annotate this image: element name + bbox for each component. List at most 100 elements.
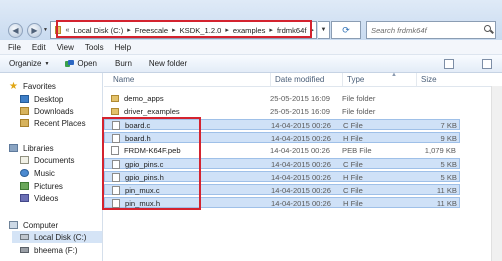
- nav-libraries[interactable]: Libraries: [9, 142, 109, 154]
- search-icon[interactable]: [484, 25, 491, 32]
- file-type: H File: [343, 173, 363, 182]
- back-button[interactable]: ◀: [8, 23, 23, 38]
- menu-view[interactable]: View: [57, 43, 74, 52]
- menu-tools[interactable]: Tools: [85, 43, 104, 52]
- address-highlight-box: [56, 20, 312, 38]
- menu-file[interactable]: File: [8, 43, 21, 52]
- column-type-label: Type: [347, 75, 365, 84]
- nav-desktop-label: Desktop: [34, 94, 64, 104]
- column-name-label: Name: [113, 75, 135, 84]
- forward-button[interactable]: ▶: [27, 23, 42, 38]
- navigation-pane: ★ Favorites Desktop Downloads Recent Pla…: [0, 73, 103, 261]
- music-icon: [20, 169, 29, 177]
- file-type: C File: [343, 160, 363, 169]
- file-date: 14-04-2015 00:26: [271, 173, 331, 182]
- file-size: 9 KB: [440, 134, 457, 143]
- file-type: H File: [343, 134, 363, 143]
- column-size-label: Size: [421, 75, 437, 84]
- column-size[interactable]: Size: [416, 73, 476, 86]
- search-box[interactable]: [366, 21, 496, 39]
- organize-label: Organize: [9, 59, 42, 68]
- view-options-icon[interactable]: [444, 58, 454, 69]
- file-size: [389, 93, 456, 104]
- organize-button[interactable]: Organize ▼: [9, 59, 49, 68]
- usb-drive-icon: [20, 247, 29, 253]
- libraries-icon: [9, 144, 18, 152]
- computer-icon: [9, 221, 18, 229]
- nav-libraries-label: Libraries: [23, 143, 54, 153]
- column-date-modified[interactable]: Date modified: [270, 73, 342, 86]
- videos-icon: [20, 194, 29, 202]
- column-date-label: Date modified: [275, 75, 325, 84]
- folder-icon: [111, 108, 119, 115]
- vertical-scrollbar[interactable]: [491, 86, 502, 261]
- nav-local-disk-label: Local Disk (C:): [34, 232, 87, 242]
- open-icon: [65, 59, 75, 68]
- nav-favorites[interactable]: ★ Favorites: [9, 80, 109, 92]
- files-highlight-box: [102, 117, 201, 210]
- file-size: 5 KB: [440, 173, 457, 182]
- command-bar: Organize ▼ Open Burn New folder: [0, 55, 502, 73]
- file-date: 14-04-2015 00:26: [271, 121, 331, 130]
- file-name: demo_apps: [124, 94, 164, 103]
- file-type: File folder: [342, 94, 376, 103]
- file-type: File folder: [342, 107, 376, 116]
- menu-bar: File Edit View Tools Help: [0, 40, 502, 55]
- file-date: 14-04-2015 00:26: [271, 186, 331, 195]
- drive-icon: [20, 234, 29, 240]
- open-label: Open: [77, 59, 97, 68]
- search-input[interactable]: [371, 23, 479, 37]
- nav-local-disk[interactable]: Local Disk (C:): [12, 231, 102, 243]
- pictures-icon: [20, 182, 29, 190]
- file-date: 14-04-2015 00:26: [271, 134, 331, 143]
- menu-edit[interactable]: Edit: [32, 43, 46, 52]
- file-row[interactable]: demo_apps 25-05-2015 16:09 File folder: [104, 93, 460, 104]
- file-date: 14-04-2015 00:26: [271, 160, 331, 169]
- nav-downloads-label: Downloads: [34, 106, 74, 116]
- nav-favorites-label: Favorites: [23, 81, 56, 91]
- burn-label: Burn: [115, 59, 132, 68]
- star-icon: ★: [9, 81, 18, 92]
- file-date: 14-04-2015 00:26: [270, 146, 330, 155]
- nav-computer-label: Computer: [23, 220, 59, 230]
- recent-pages-dropdown[interactable]: ▼: [43, 27, 48, 33]
- file-size: 5 KB: [440, 160, 457, 169]
- address-dropdown-icon[interactable]: ▼: [318, 21, 330, 39]
- file-row[interactable]: driver_examples 25-05-2015 16:09 File fo…: [104, 106, 460, 117]
- menu-help[interactable]: Help: [115, 43, 131, 52]
- file-type: H File: [343, 199, 363, 208]
- column-type[interactable]: Type: [342, 73, 416, 86]
- burn-button[interactable]: Burn: [115, 59, 132, 68]
- recent-places-icon: [20, 119, 29, 127]
- file-date: 14-04-2015 00:26: [271, 199, 331, 208]
- refresh-button[interactable]: ⟳: [331, 21, 361, 39]
- nav-music-label: Music: [34, 168, 55, 178]
- nav-bheema-label: bheema (F:): [34, 245, 78, 255]
- file-date: 25-05-2015 16:09: [270, 107, 330, 116]
- open-button[interactable]: Open: [65, 59, 97, 68]
- nav-recent-label: Recent Places: [34, 118, 86, 128]
- file-type: C File: [343, 121, 363, 130]
- file-type: PEB File: [342, 146, 372, 155]
- new-folder-button[interactable]: New folder: [149, 59, 187, 68]
- preview-pane-icon[interactable]: [482, 58, 492, 69]
- nav-computer[interactable]: Computer: [9, 219, 109, 231]
- file-size: 11 KB: [436, 199, 457, 208]
- nav-videos-label: Videos: [34, 193, 59, 203]
- nav-pictures-label: Pictures: [34, 181, 63, 191]
- file-size: 1,079 KB: [424, 146, 456, 155]
- file-size: 7 KB: [440, 121, 457, 130]
- documents-icon: [20, 156, 29, 164]
- file-size: 11 KB: [436, 186, 457, 195]
- nav-documents-label: Documents: [34, 155, 75, 165]
- file-size: [389, 106, 456, 117]
- column-name[interactable]: Name: [109, 73, 270, 86]
- column-header: Name Date modified Type Size ▲: [104, 72, 502, 87]
- sort-arrow-icon: ▲: [391, 72, 397, 78]
- downloads-icon: [20, 107, 29, 115]
- chevron-down-icon: ▼: [44, 60, 50, 67]
- nav-bheema[interactable]: bheema (F:): [20, 244, 120, 256]
- folder-icon: [111, 95, 119, 102]
- file-type: C File: [343, 186, 363, 195]
- new-folder-label: New folder: [148, 59, 188, 68]
